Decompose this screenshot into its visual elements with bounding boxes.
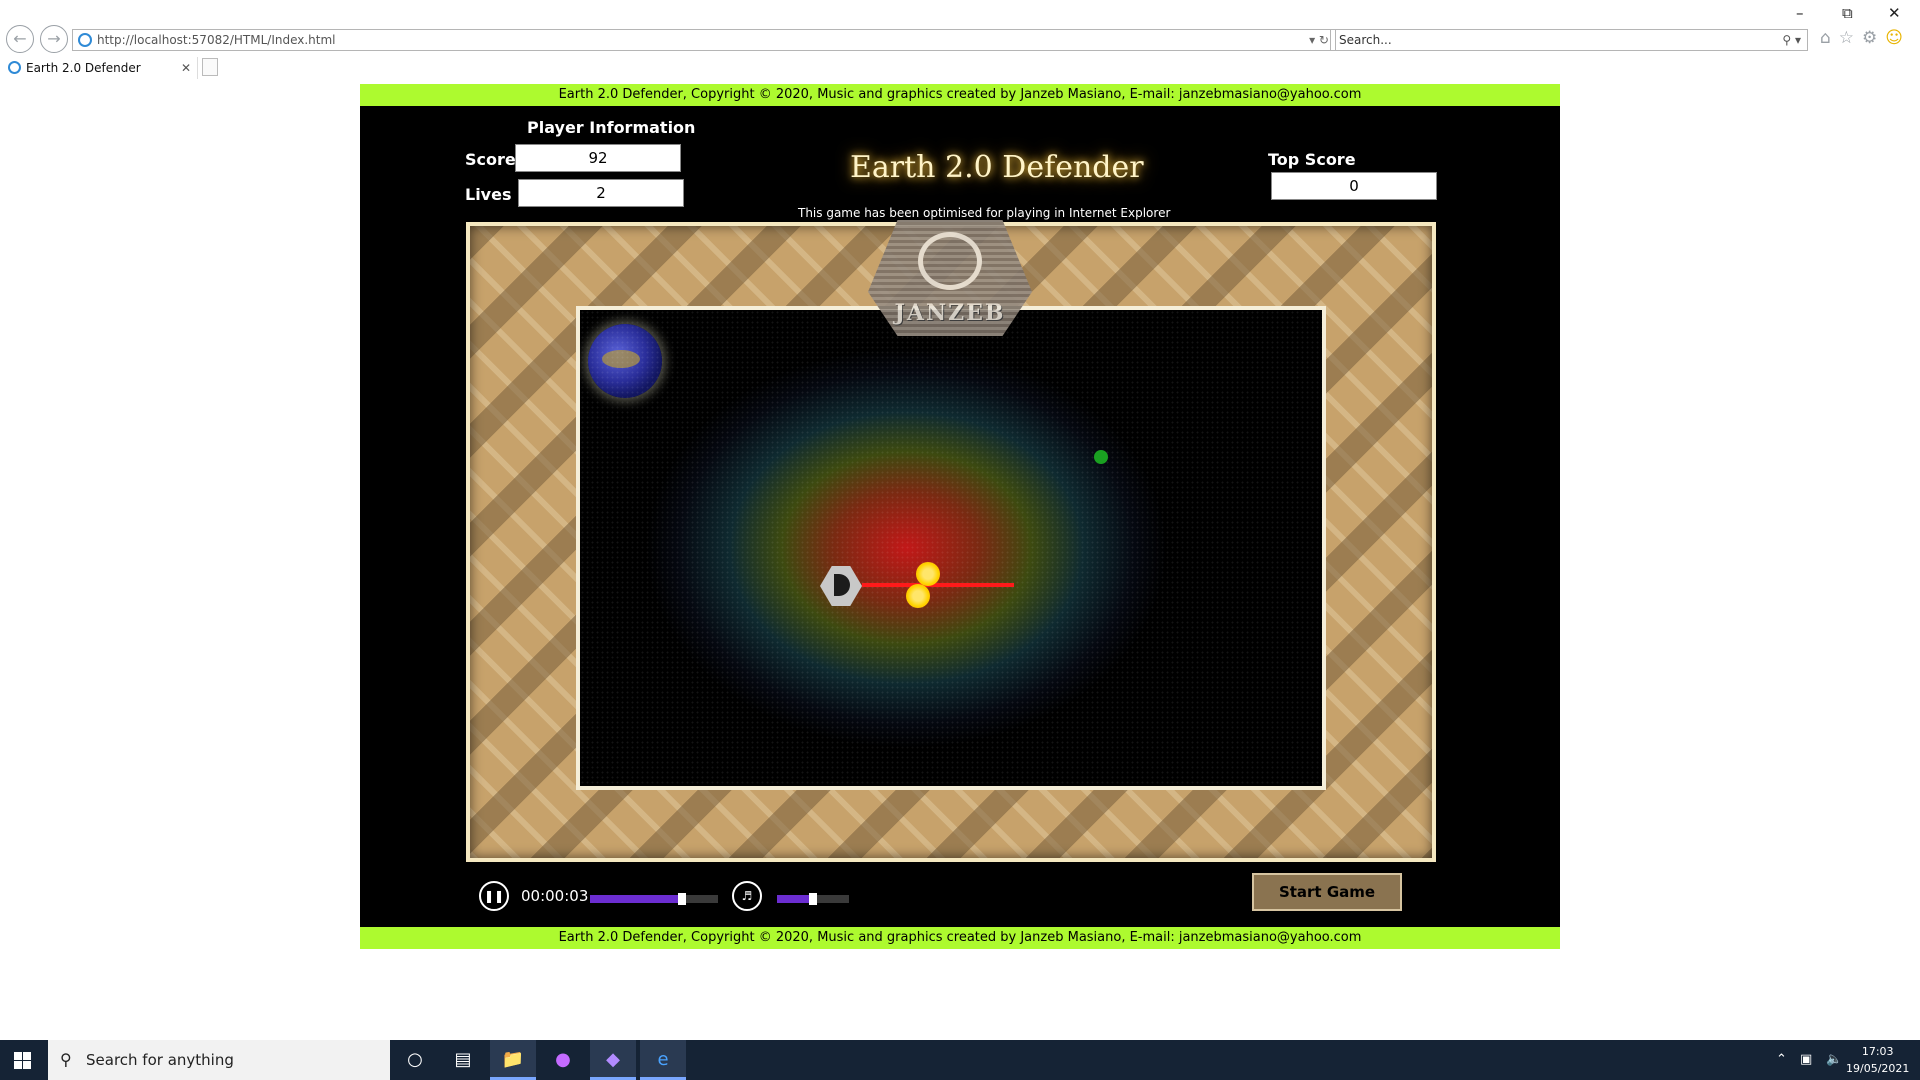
tab-title: Earth 2.0 Defender [26, 61, 141, 75]
forward-icon[interactable]: → [40, 25, 68, 53]
speaker-muted-icon[interactable]: 🔈 [1826, 1052, 1842, 1067]
music-progress-slider[interactable] [590, 893, 718, 905]
search-placeholder: Search... [1339, 33, 1392, 47]
top-banner: Earth 2.0 Defender, Copyright © 2020, Mu… [360, 84, 1560, 106]
game-container: Player Information Score 92 Lives 2 Eart… [360, 106, 1560, 928]
search-icon[interactable]: ⚲ ▾ [1782, 30, 1801, 50]
file-explorer-icon[interactable]: 📁 [490, 1040, 536, 1080]
player-info-title: Player Information [527, 118, 696, 137]
task-view-icon[interactable]: ▤ [440, 1040, 486, 1080]
clock-date: 19/05/2021 [1846, 1062, 1910, 1075]
volume-fill [777, 895, 813, 903]
bottom-banner: Earth 2.0 Defender, Copyright © 2020, Mu… [360, 927, 1560, 949]
music-progress-fill [590, 895, 683, 903]
refresh-icon[interactable]: ▾ ↻ [1309, 30, 1329, 50]
browser-search-box[interactable]: Search... ⚲ ▾ [1330, 29, 1808, 51]
cortana-icon[interactable]: ○ [392, 1040, 438, 1080]
top-score-field: 0 [1271, 172, 1437, 200]
clock-time: 17:03 [1861, 1045, 1894, 1058]
minimize-icon[interactable]: – [1796, 4, 1804, 22]
optimised-note: This game has been optimised for playing… [798, 206, 1171, 220]
star-icon[interactable]: ☆ [1839, 28, 1862, 48]
url-text: http://localhost:57082/HTML/Index.html [97, 33, 336, 47]
address-bar[interactable]: http://localhost:57082/HTML/Index.html ▾… [72, 29, 1336, 51]
browser-tab[interactable]: Earth 2.0 Defender ✕ [4, 57, 198, 79]
smiley-icon[interactable]: ☺ [1885, 28, 1911, 48]
new-tab-button[interactable] [202, 58, 218, 76]
logo-text: JANZEB [894, 300, 1006, 326]
janzeb-logo: JANZEB [868, 220, 1032, 336]
ie-page-icon [78, 33, 92, 47]
explosion [906, 560, 946, 616]
music-progress-thumb[interactable] [678, 893, 687, 905]
volume-thumb[interactable] [809, 893, 817, 905]
paint-icon[interactable]: ● [540, 1040, 586, 1080]
score-label: Score [465, 150, 516, 169]
windows-icon[interactable] [14, 1052, 31, 1069]
game-title: Earth 2.0 Defender [850, 150, 1144, 185]
gear-icon[interactable]: ⚙ [1862, 28, 1885, 48]
start-game-button[interactable]: Start Game [1252, 873, 1402, 911]
close-tab-icon[interactable]: ✕ [181, 57, 191, 79]
earth-planet [588, 324, 662, 398]
volume-icon[interactable]: ♬ [732, 881, 762, 911]
toolbar-icons: ⌂☆⚙☺ [1820, 28, 1911, 48]
restore-icon[interactable]: ⧉ [1842, 4, 1853, 22]
taskbar-search[interactable]: ⚲ Search for anything [48, 1040, 390, 1080]
close-window-icon[interactable]: ✕ [1888, 4, 1901, 22]
score-field: 92 [515, 144, 681, 172]
tab-ie-icon [8, 61, 21, 74]
lives-field: 2 [518, 179, 684, 207]
alien-enemy [1094, 450, 1108, 464]
volume-slider[interactable] [777, 893, 849, 905]
home-icon[interactable]: ⌂ [1820, 28, 1839, 48]
visual-studio-icon[interactable]: ◆ [590, 1040, 636, 1080]
taskbar-search-placeholder: Search for anything [86, 1051, 234, 1069]
system-clock[interactable]: 17:03 19/05/2021 [1846, 1043, 1909, 1077]
music-time: 00:00:03 [521, 887, 589, 905]
tray-chevron-icon[interactable]: ⌃ [1776, 1052, 1787, 1067]
edge-icon[interactable]: e [640, 1040, 686, 1080]
pause-icon[interactable]: ❚❚ [479, 881, 509, 911]
game-frame: JANZEB [466, 220, 1436, 862]
top-score-label: Top Score [1268, 150, 1356, 169]
lives-label: Lives [465, 185, 512, 204]
taskbar-search-icon: ⚲ [60, 1050, 72, 1069]
taskbar: ⚲ Search for anything ○ ▤ 📁 ● ◆ e ⌃ ▣ 🔈 … [0, 1040, 1920, 1080]
network-icon[interactable]: ▣ [1800, 1052, 1812, 1067]
browser-chrome: ← → http://localhost:57082/HTML/Index.ht… [0, 0, 1920, 79]
back-icon[interactable]: ← [6, 25, 34, 53]
game-canvas[interactable] [576, 306, 1326, 790]
